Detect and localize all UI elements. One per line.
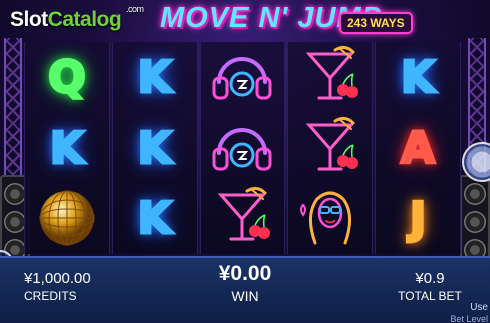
ways-badge: 243 WAYS bbox=[339, 12, 413, 34]
symbol-k: K bbox=[48, 121, 85, 175]
slotcatalog-logo: SlotCatalog .com bbox=[10, 4, 144, 31]
win-label: WIN bbox=[231, 288, 259, 304]
win-display: ¥0.00 WIN bbox=[195, 262, 295, 304]
symbol-j: J bbox=[408, 192, 427, 246]
cocktail-icon bbox=[295, 44, 365, 111]
reel-grid: QKKKKKAJ bbox=[24, 42, 461, 254]
symbol-a: A bbox=[400, 121, 437, 175]
reel-1: QK bbox=[24, 42, 110, 254]
use-text: Use bbox=[470, 302, 488, 313]
total-bet-display[interactable]: ¥0.9 TOTAL BET bbox=[385, 270, 475, 303]
reel-cell: K bbox=[113, 113, 197, 184]
reel-cell bbox=[288, 42, 372, 113]
reel-cell bbox=[25, 183, 109, 254]
bottom-bar: ¥1,000.00 CREDITS ¥0.00 WIN ¥0.9 TOTAL B… bbox=[0, 256, 490, 323]
bet-level-text: Bet Level bbox=[450, 314, 488, 323]
total-bet-value: ¥0.9 bbox=[415, 270, 445, 287]
reel-3 bbox=[199, 42, 286, 254]
reel-5: KAJ bbox=[375, 42, 461, 254]
reel-2: KKK bbox=[111, 42, 198, 254]
reel-cell bbox=[201, 113, 285, 184]
headphones-icon bbox=[207, 44, 277, 111]
reel-4 bbox=[287, 42, 374, 254]
cocktail-icon bbox=[295, 115, 365, 182]
disco-ball-icon bbox=[32, 185, 102, 252]
credits-label: CREDITS bbox=[24, 289, 77, 303]
symbol-k: K bbox=[400, 50, 437, 104]
symbol-k: K bbox=[136, 50, 173, 104]
symbol-q: Q bbox=[47, 50, 87, 104]
credits-value: ¥1,000.00 bbox=[24, 270, 91, 287]
headphones-icon bbox=[207, 115, 277, 182]
credits-display: ¥1,000.00 CREDITS bbox=[24, 270, 91, 303]
reel-cell: Q bbox=[25, 42, 109, 113]
win-value: ¥0.00 bbox=[218, 262, 272, 285]
speaker-right bbox=[460, 175, 490, 261]
reel-cell: K bbox=[376, 42, 460, 113]
cocktail-icon bbox=[207, 185, 277, 252]
reel-cell: K bbox=[113, 42, 197, 113]
reel-cell bbox=[201, 42, 285, 113]
reel-cell bbox=[201, 183, 285, 254]
reel-cell: K bbox=[113, 183, 197, 254]
symbol-k: K bbox=[136, 121, 173, 175]
reel-cell: A bbox=[376, 113, 460, 184]
symbol-k: K bbox=[136, 192, 173, 246]
reel-cell bbox=[288, 113, 372, 184]
total-bet-label: TOTAL BET bbox=[398, 289, 462, 303]
slot-game-screen: SlotCatalog .com MOVE N' JUMP 243 WAYS Q… bbox=[0, 0, 490, 323]
header: SlotCatalog .com MOVE N' JUMP 243 WAYS bbox=[0, 0, 490, 42]
reel-cell bbox=[288, 183, 372, 254]
reel-cell: J bbox=[376, 183, 460, 254]
neon-woman-icon bbox=[295, 185, 365, 252]
reel-cell: K bbox=[25, 113, 109, 184]
